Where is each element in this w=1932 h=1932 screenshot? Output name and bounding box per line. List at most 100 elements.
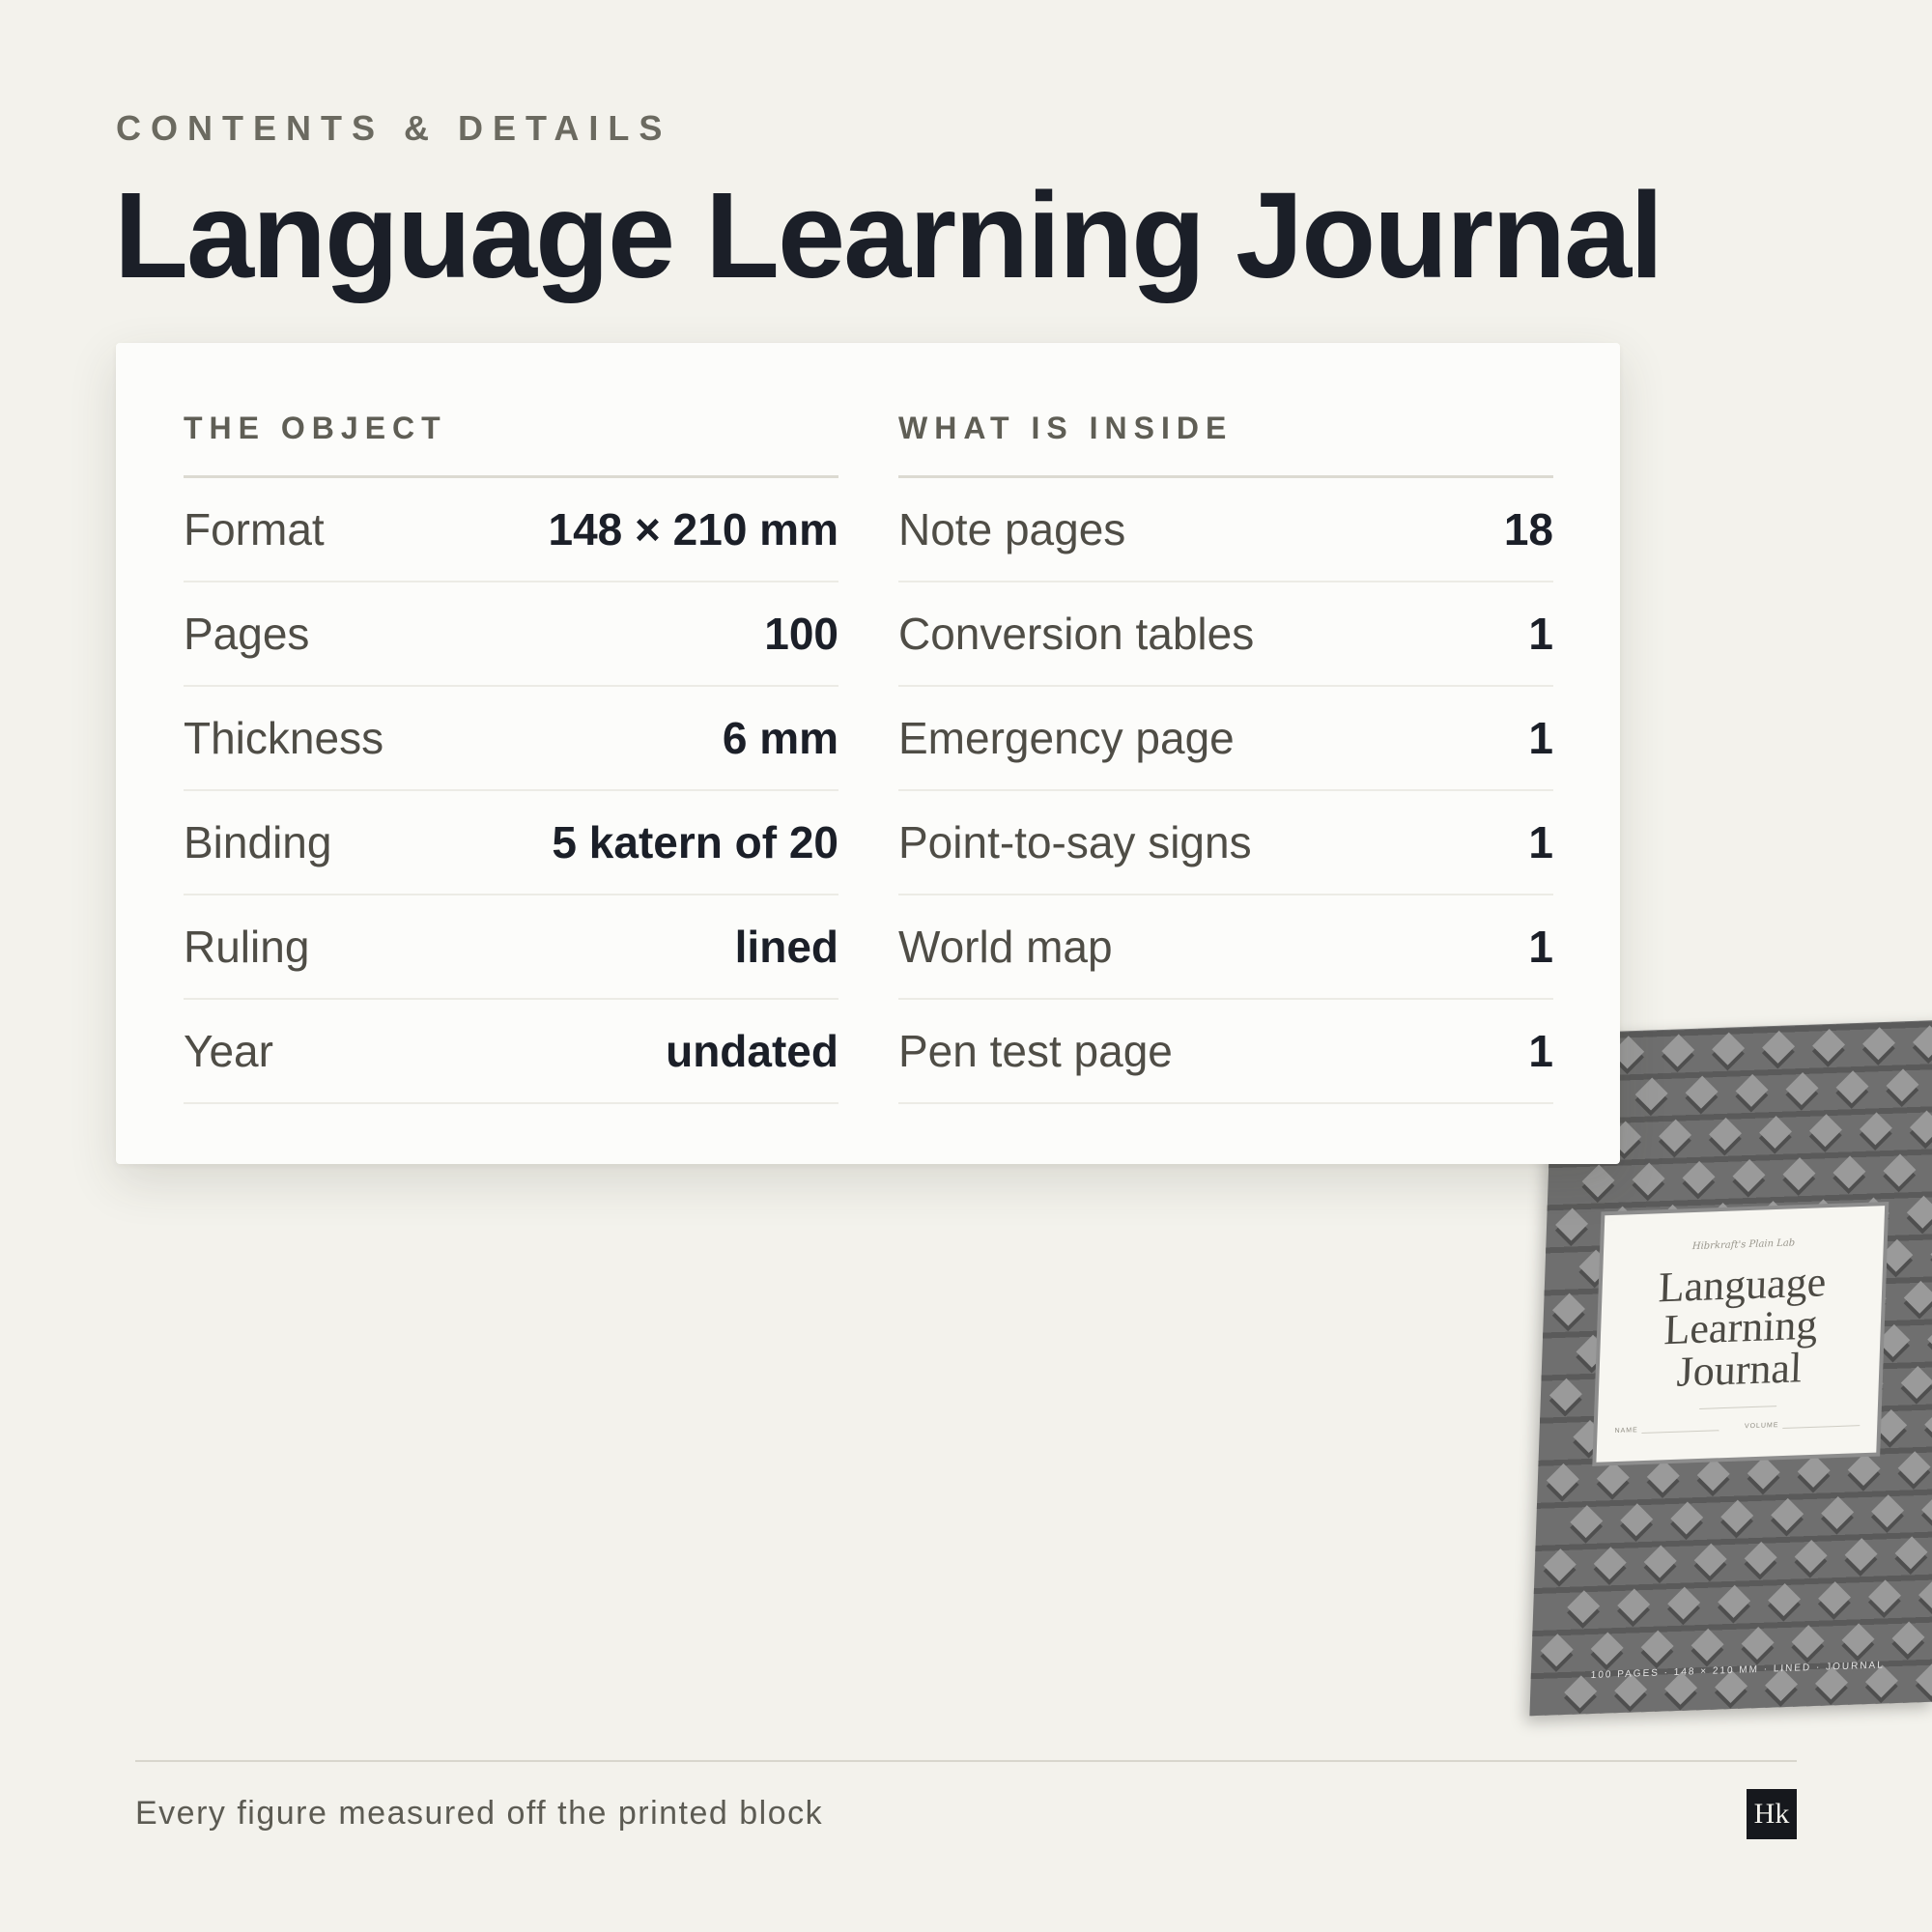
cover-pattern-diamond — [1889, 1706, 1922, 1717]
cover-label: Hibrkraft's Plain Lab Language Learning … — [1596, 1206, 1886, 1463]
cover-pattern-diamond — [1818, 1581, 1852, 1615]
cover-pattern-diamond — [1797, 1454, 1831, 1488]
contents-count: 1 — [1528, 922, 1553, 972]
cover-pattern-diamond — [1821, 1496, 1855, 1530]
spec-value: 148 × 210 mm — [548, 504, 838, 554]
cover-pattern-diamond — [1540, 1634, 1574, 1667]
cover-pattern-diamond — [1871, 1494, 1905, 1528]
cover-rule — [1699, 1406, 1777, 1409]
contents-label: Conversion tables — [898, 609, 1255, 659]
cover-pattern-diamond — [1688, 1713, 1721, 1717]
spec-row: Binding 5 katern of 20 — [184, 791, 838, 895]
cover-pattern-diamond — [1570, 1505, 1604, 1539]
cover-title: Language Learning Journal — [1599, 1258, 1883, 1396]
cover-pattern-diamond — [1632, 1162, 1665, 1196]
cover-pattern-diamond — [1794, 1539, 1828, 1574]
object-column: THE OBJECT Format 148 × 210 mm Pages 100 T… — [184, 411, 838, 1104]
cover-pattern-diamond — [1693, 1543, 1727, 1577]
cover-pattern-diamond — [1546, 1463, 1579, 1496]
page-title: Language Learning Journal — [114, 167, 1663, 303]
cover-pattern-diamond — [1682, 1160, 1716, 1194]
cover-pattern-diamond — [1903, 1280, 1932, 1314]
cover-pattern-diamond — [1596, 1462, 1630, 1495]
cover-pattern-diamond — [1833, 1155, 1866, 1189]
cover-pattern-diamond — [1690, 1628, 1724, 1662]
cover-pattern-diamond — [1738, 1712, 1772, 1717]
cover-pattern-diamond — [1921, 1492, 1932, 1526]
cover-pattern-diamond — [1894, 1536, 1928, 1570]
cover-pattern-diamond — [1593, 1547, 1627, 1580]
cover-brand: Hibrkraft's Plain Lab — [1691, 1237, 1796, 1253]
contents-count: 1 — [1528, 713, 1553, 763]
cover-pattern-diamond — [1862, 1027, 1895, 1061]
cover-pattern-diamond — [1782, 1157, 1816, 1191]
cover-pattern-diamond — [1859, 1112, 1892, 1146]
contents-label: Point-to-say signs — [898, 817, 1252, 867]
cover-pattern-diamond — [1712, 1032, 1746, 1065]
contents-row: Pen test page 1 — [898, 1000, 1553, 1104]
contents-count: 18 — [1503, 504, 1553, 554]
spec-row: Ruling lined — [184, 895, 838, 1000]
spec-row: Thickness 6 mm — [184, 687, 838, 791]
spec-value: 6 mm — [722, 713, 838, 763]
cover-pattern-diamond — [1696, 1458, 1730, 1492]
cover-pattern-diamond — [1874, 1409, 1908, 1443]
contents-row: Emergency page 1 — [898, 687, 1553, 791]
cover-pattern-diamond — [1643, 1545, 1677, 1578]
spec-value: undated — [666, 1026, 838, 1076]
cover-pattern-diamond — [1747, 1456, 1780, 1490]
cover-title-line: Journal — [1675, 1344, 1804, 1396]
spec-row: Format 148 × 210 mm — [184, 478, 838, 582]
cover-pattern-diamond — [1847, 1453, 1881, 1487]
cover-pattern-diamond — [1868, 1579, 1902, 1613]
contents-count: 1 — [1528, 817, 1553, 867]
cover-field-volume: VOLUME — [1745, 1419, 1861, 1430]
cover-pattern-diamond — [1634, 1077, 1668, 1111]
cover-pattern-diamond — [1791, 1625, 1825, 1659]
cover-pattern-diamond — [1812, 1029, 1846, 1063]
cover-pattern-diamond — [1924, 1407, 1932, 1441]
spec-value: 5 katern of 20 — [552, 817, 838, 867]
details-card: THE OBJECT Format 148 × 210 mm Pages 100 T… — [116, 343, 1620, 1164]
spec-label: Format — [184, 504, 325, 554]
cover-pattern-diamond — [1567, 1590, 1601, 1624]
contents-count: 1 — [1528, 1026, 1553, 1076]
cover-pattern-diamond — [1637, 1715, 1671, 1717]
cover-pattern-diamond — [1880, 1238, 1914, 1272]
cover-pattern-diamond — [1886, 1068, 1919, 1102]
cover-pattern-diamond — [1617, 1588, 1651, 1622]
cover-pattern-diamond — [1543, 1548, 1577, 1582]
cover-pattern-diamond — [1548, 1378, 1582, 1411]
spec-label: Year — [184, 1026, 273, 1076]
spec-label: Pages — [184, 609, 310, 659]
cover-pattern-diamond — [1838, 1708, 1872, 1717]
spec-value: lined — [734, 922, 838, 972]
cover-pattern-diamond — [1659, 1119, 1692, 1152]
spec-label: Thickness — [184, 713, 384, 763]
footer-divider — [135, 1760, 1797, 1762]
spec-label: Ruling — [184, 922, 310, 972]
cover-pattern-diamond — [1620, 1503, 1654, 1537]
contents-row: Conversion tables 1 — [898, 582, 1553, 687]
cover-pattern-diamond — [1900, 1366, 1932, 1400]
cover-pattern-diamond — [1640, 1630, 1674, 1663]
cover-pattern-diamond — [1909, 1110, 1932, 1144]
cover-pattern-diamond — [1555, 1208, 1589, 1241]
cover-pattern-diamond — [1913, 1025, 1932, 1059]
cover-fields: NAME VOLUME — [1597, 1419, 1877, 1435]
cover-pattern-diamond — [1877, 1323, 1911, 1357]
cover-pattern-diamond — [1915, 1662, 1932, 1696]
spec-row: Pages 100 — [184, 582, 838, 687]
spec-row: Year undated — [184, 1000, 838, 1104]
cover-pattern-diamond — [1744, 1541, 1777, 1575]
cover-pattern-diamond — [1809, 1114, 1842, 1148]
inside-heading: WHAT IS INSIDE — [898, 411, 1553, 478]
cover-pattern-diamond — [1762, 1030, 1796, 1064]
cover-pattern-diamond — [1720, 1499, 1754, 1533]
contents-count: 1 — [1528, 609, 1553, 659]
cover-pattern-diamond — [1735, 1073, 1769, 1107]
section-eyebrow: CONTENTS & DETAILS — [116, 108, 672, 148]
cover-field-name: NAME — [1614, 1424, 1719, 1435]
cover-pattern-diamond — [1788, 1710, 1822, 1717]
cover-pattern-diamond — [1741, 1626, 1775, 1660]
